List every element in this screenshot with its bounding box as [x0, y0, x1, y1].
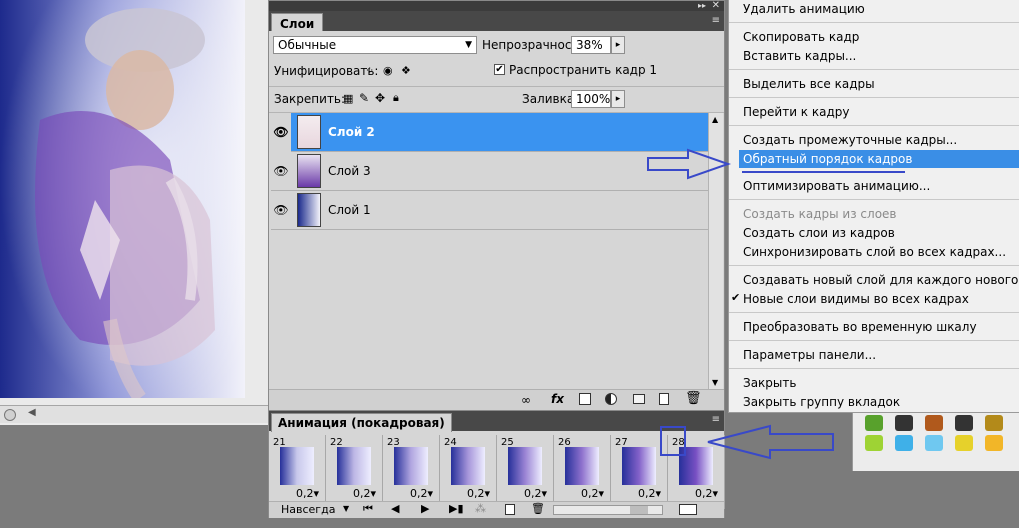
- annotation-arrow-frame: [707, 424, 834, 460]
- annotation-arrow-menu: [647, 148, 732, 180]
- annotation-frame-box: [660, 426, 686, 456]
- annotation-overlay: [647, 148, 905, 460]
